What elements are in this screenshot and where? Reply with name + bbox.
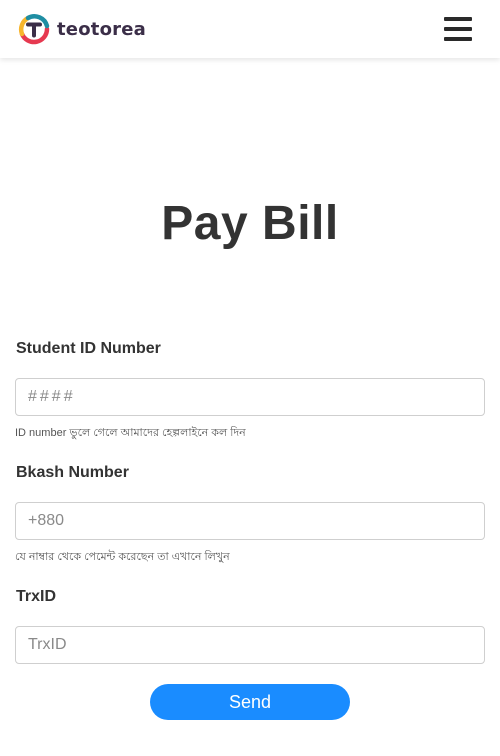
page-title: Pay Bill	[161, 197, 339, 250]
trxid-label: TrxID	[16, 588, 57, 605]
bkash-number-label: Bkash Number	[16, 464, 129, 481]
pay-bill-page: teotorea Pay Bill Student ID Number ID n…	[0, 0, 500, 756]
top-navbar: teotorea	[0, 0, 500, 58]
student-id-input[interactable]	[15, 378, 485, 416]
student-id-help-text: ID number ভুলে গেলে আমাদের হেল্পলাইনে কল…	[15, 427, 246, 439]
bkash-number-help-text: যে নাম্বার থেকে পেমেন্ট করেছেন তা এখানে …	[15, 551, 230, 563]
brand-logo-link[interactable]: teotorea	[16, 12, 146, 46]
teotorea-logo-icon	[18, 14, 50, 45]
hamburger-menu-button[interactable]	[441, 14, 475, 44]
bkash-number-input[interactable]	[15, 502, 485, 540]
send-button[interactable]: Send	[150, 684, 350, 720]
brand-name: teotorea	[57, 18, 146, 40]
student-id-label: Student ID Number	[16, 340, 161, 357]
trxid-input[interactable]	[15, 626, 485, 664]
